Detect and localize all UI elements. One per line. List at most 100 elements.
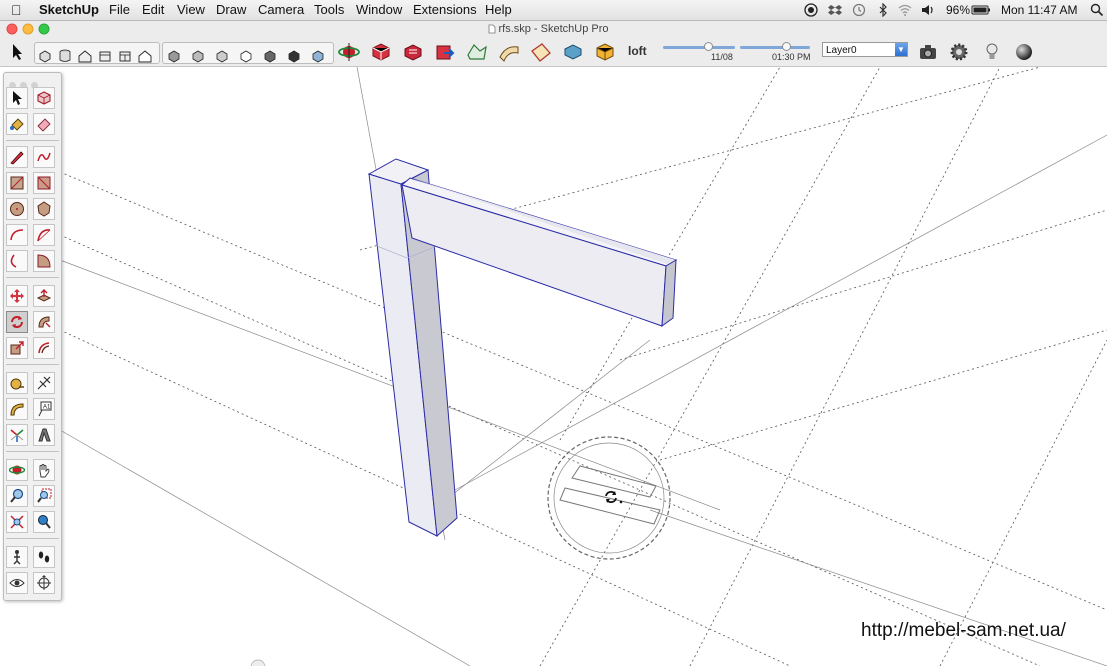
protractor-tool-button[interactable]: [6, 398, 28, 420]
text-tool-button[interactable]: A1: [33, 398, 55, 420]
bluetooth-icon[interactable]: [876, 3, 890, 17]
3d-warehouse-icon[interactable]: [370, 41, 392, 63]
sandbox-scratch-icon[interactable]: [498, 41, 520, 63]
spotlight-search-icon[interactable]: [1090, 3, 1104, 17]
push-pull-icon: [36, 289, 52, 302]
zoom-window-button[interactable]: [33, 485, 55, 507]
shaded-style-icon[interactable]: [262, 45, 278, 67]
rotated-rectangle-button[interactable]: [33, 172, 55, 194]
document-icon: [488, 24, 496, 34]
rotate-protractor[interactable]: [547, 436, 671, 560]
arc-tool-button[interactable]: [6, 224, 28, 246]
menu-view[interactable]: View: [177, 0, 205, 20]
time-slider-thumb[interactable]: [781, 42, 791, 51]
follow-me-button[interactable]: [33, 311, 55, 333]
apple-menu-icon[interactable]: : [11, 0, 22, 20]
camera-icon[interactable]: [917, 41, 939, 63]
menu-extensions[interactable]: Extensions: [413, 0, 477, 20]
stamp-icon[interactable]: [562, 41, 584, 63]
pan-tool-button[interactable]: [33, 459, 55, 481]
hidden-line-style-icon[interactable]: [238, 45, 254, 67]
make-component-button[interactable]: [33, 87, 55, 109]
monochrome-style-icon[interactable]: [310, 45, 326, 67]
zoom-window-icon[interactable]: [38, 23, 50, 35]
previous-view-button[interactable]: [33, 511, 55, 533]
circle-tool-button[interactable]: [6, 198, 28, 220]
front-view-icon[interactable]: [97, 45, 113, 67]
loft-label[interactable]: loft: [628, 44, 647, 58]
menu-draw[interactable]: Draw: [216, 0, 246, 20]
freehand-tool-button[interactable]: [33, 146, 55, 168]
orbit-tool-button[interactable]: [6, 459, 28, 481]
menu-tools[interactable]: Tools: [314, 0, 344, 20]
menu-help[interactable]: Help: [485, 0, 512, 20]
two-point-arc-button[interactable]: [33, 224, 55, 246]
battery-icon[interactable]: [971, 3, 991, 17]
axes-tool-button[interactable]: [6, 424, 28, 446]
horizontal-beam[interactable]: [400, 177, 678, 328]
record-icon[interactable]: [804, 3, 818, 17]
paint-bucket-button[interactable]: [6, 113, 28, 135]
right-view-icon[interactable]: [117, 45, 133, 67]
gear-icon[interactable]: [948, 41, 970, 63]
select-arrow-icon[interactable]: [6, 41, 28, 63]
select-tool-button[interactable]: [6, 87, 28, 109]
menubar-clock[interactable]: Mon 11:47 AM: [1001, 0, 1078, 20]
wifi-icon[interactable]: [898, 3, 912, 17]
position-camera-button[interactable]: [6, 546, 28, 568]
time-slider-track[interactable]: [740, 46, 810, 49]
menu-camera[interactable]: Camera: [258, 0, 304, 20]
three-point-arc-button[interactable]: [6, 250, 28, 272]
menu-app-name[interactable]: SketchUp: [39, 0, 99, 20]
zoom-tool-button[interactable]: [6, 485, 28, 507]
model-viewport[interactable]: [0, 67, 1107, 666]
minimize-window-icon[interactable]: [22, 23, 34, 35]
move-tool-button[interactable]: [6, 285, 28, 307]
push-pull-button[interactable]: [33, 285, 55, 307]
xray-style-icon[interactable]: [166, 45, 182, 67]
pie-tool-button[interactable]: [33, 250, 55, 272]
zoom-extents-button[interactable]: [6, 511, 28, 533]
share-model-icon[interactable]: [434, 41, 456, 63]
line-tool-button[interactable]: [6, 146, 28, 168]
time-machine-icon[interactable]: [852, 3, 866, 17]
section-plane-button[interactable]: [33, 572, 55, 594]
3d-text-button[interactable]: [33, 424, 55, 446]
db-view-icon[interactable]: [57, 45, 73, 67]
dimension-tool-button[interactable]: [33, 372, 55, 394]
close-window-icon[interactable]: [6, 23, 18, 35]
menu-file[interactable]: File: [109, 0, 130, 20]
smoove-icon[interactable]: [530, 41, 552, 63]
eraser-tool-button[interactable]: [33, 113, 55, 135]
top-view-icon[interactable]: [77, 45, 93, 67]
rectangle-tool-button[interactable]: [6, 172, 28, 194]
menu-edit[interactable]: Edit: [142, 0, 164, 20]
volume-icon[interactable]: [921, 3, 935, 17]
drape-icon[interactable]: [594, 41, 616, 63]
shaded-textures-style-icon[interactable]: [286, 45, 302, 67]
date-slider-track[interactable]: [663, 46, 735, 49]
share-component-icon[interactable]: [402, 41, 424, 63]
chevron-down-icon[interactable]: ▼: [895, 43, 907, 56]
scale-tool-button[interactable]: [6, 337, 28, 359]
back-view-icon[interactable]: [137, 45, 153, 67]
back-edges-style-icon[interactable]: [190, 45, 206, 67]
iso-view-icon[interactable]: [37, 45, 53, 67]
rotate-tool-button[interactable]: [6, 311, 28, 333]
sandbox-from-contours-icon[interactable]: [466, 41, 488, 63]
orbit-tool-icon[interactable]: [338, 41, 360, 63]
polygon-tool-button[interactable]: [33, 198, 55, 220]
tape-measure-button[interactable]: [6, 372, 28, 394]
model-canvas[interactable]: [0, 67, 1107, 666]
lightbulb-icon[interactable]: [981, 41, 1003, 63]
menu-window[interactable]: Window: [356, 0, 402, 20]
date-slider-thumb[interactable]: [703, 42, 713, 51]
dropbox-icon[interactable]: [828, 3, 842, 17]
offset-tool-button[interactable]: [33, 337, 55, 359]
walk-tool-button[interactable]: [33, 546, 55, 568]
look-around-button[interactable]: [6, 572, 28, 594]
material-sphere-icon[interactable]: [1013, 41, 1035, 63]
footprints-icon: [38, 551, 50, 563]
wireframe-style-icon[interactable]: [214, 45, 230, 67]
layer-dropdown[interactable]: Layer0 ▼: [822, 42, 908, 57]
